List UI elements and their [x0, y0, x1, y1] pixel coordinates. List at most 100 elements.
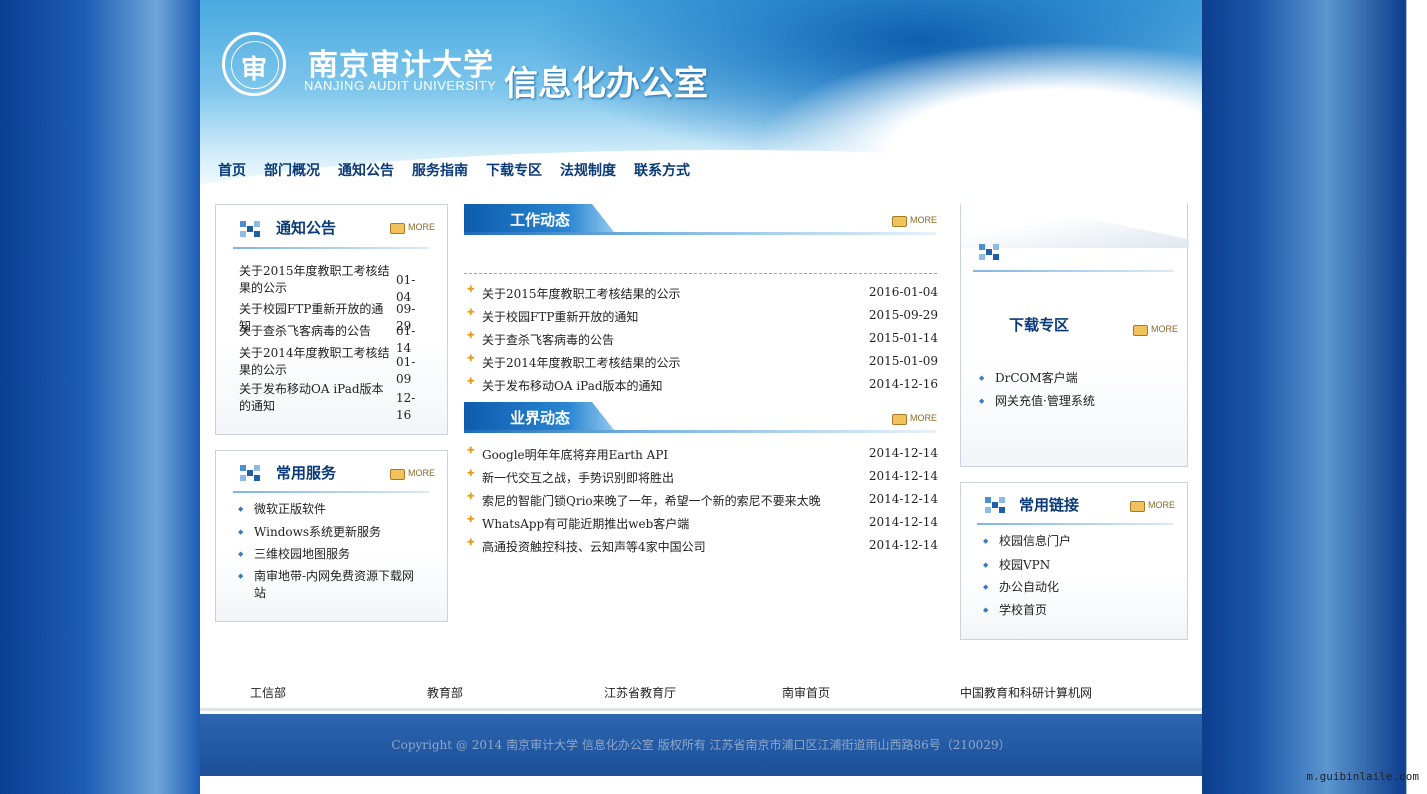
news-date: 2014-12-14	[868, 515, 938, 529]
work-news-header: 工作动态 MORE	[464, 204, 937, 236]
divider	[973, 270, 1173, 272]
list-item[interactable]: 南审地带-内网免费资源下载网站	[238, 568, 416, 602]
news-date: 2015-09-29	[868, 308, 938, 322]
divider	[977, 523, 1173, 525]
squares-icon	[240, 221, 260, 237]
dashed-divider	[464, 273, 937, 274]
news-title[interactable]: 关于校园FTP重新开放的通知	[482, 308, 638, 325]
footer-link[interactable]: 南审首页	[782, 684, 830, 701]
notice-title[interactable]: 关于查杀飞客病毒的公告	[239, 323, 395, 340]
news-date: 2014-12-14	[868, 469, 938, 483]
news-row[interactable]: WhatsApp有可能近期推出web客户端 2014-12-14	[464, 515, 938, 535]
nav-home[interactable]: 首页	[218, 160, 246, 180]
news-title[interactable]: 关于2014年度教职工考核结果的公示	[482, 354, 681, 371]
news-title[interactable]: 关于发布移动OA iPad版本的通知	[482, 377, 663, 394]
work-news-more-link[interactable]: MORE	[892, 215, 937, 227]
footer-links-bar: 工信部 教育部 江苏省教育厅 南审首页 中国教育和科研计算机网	[200, 676, 1202, 711]
list-item[interactable]: 关于2014年度教职工考核结果的公示 01-09	[239, 345, 429, 386]
news-date: 2014-12-14	[868, 446, 938, 460]
list-item[interactable]: DrCOM客户端	[979, 370, 1078, 387]
work-news-title: 工作动态	[510, 211, 571, 229]
nav-downloads[interactable]: 下载专区	[486, 160, 542, 180]
news-date: 2014-12-14	[868, 492, 938, 506]
news-row[interactable]: Google明年年底将弃用Earth API 2014-12-14	[464, 446, 938, 466]
copyright-text: Copyright @ 2014 南京审计大学 信息化办公室 版权所有 江苏省南…	[391, 738, 1011, 752]
university-logo[interactable]	[222, 32, 286, 96]
office-title: 信息化办公室	[504, 64, 708, 104]
news-row[interactable]: 关于校园FTP重新开放的通知 2015-09-29	[464, 308, 938, 328]
list-item[interactable]: 三维校园地图服务	[238, 546, 424, 563]
list-item[interactable]: 学校首页	[983, 602, 1047, 619]
news-row[interactable]: 关于发布移动OA iPad版本的通知 2014-12-16	[464, 377, 938, 397]
news-date: 2015-01-09	[868, 354, 938, 368]
services-more-link[interactable]: MORE	[390, 468, 435, 480]
divider	[464, 232, 936, 235]
squares-icon	[985, 497, 1005, 513]
news-row[interactable]: 关于2015年度教职工考核结果的公示 2016-01-04	[464, 285, 938, 305]
news-row[interactable]: 新一代交互之战，手势识别即将胜出 2014-12-14	[464, 469, 938, 489]
footer: Copyright @ 2014 南京审计大学 信息化办公室 版权所有 江苏省南…	[200, 714, 1202, 776]
news-title[interactable]: 新一代交互之战，手势识别即将胜出	[482, 469, 674, 486]
news-title[interactable]: Google明年年底将弃用Earth API	[482, 446, 668, 463]
list-item[interactable]: Windows系统更新服务	[238, 524, 424, 541]
nav-regulations[interactable]: 法规制度	[560, 160, 616, 180]
news-date: 2016-01-04	[868, 285, 938, 299]
news-title[interactable]: 高通投资触控科技、云知声等4家中国公司	[482, 538, 706, 555]
notice-title[interactable]: 关于发布移动OA iPad版本的通知	[239, 381, 395, 415]
news-title[interactable]: 索尼的智能门锁Qrio来晚了一年，希望一个新的索尼不要来太晚	[482, 492, 821, 509]
news-title[interactable]: 关于2015年度教职工考核结果的公示	[482, 285, 681, 302]
list-item[interactable]: 关于查杀飞客病毒的公告 01-14	[239, 323, 429, 355]
news-row[interactable]: 索尼的智能门锁Qrio来晚了一年，希望一个新的索尼不要来太晚 2014-12-14	[464, 492, 938, 512]
industry-news-header: 业界动态 MORE	[464, 402, 937, 434]
nav-service-guide[interactable]: 服务指南	[412, 160, 468, 180]
divider	[464, 430, 936, 433]
list-item[interactable]: 校园信息门户	[983, 533, 1071, 550]
page: 南京审计大学 NANJING AUDIT UNIVERSITY 信息化办公室 首…	[200, 0, 1202, 794]
news-date: 2014-12-14	[868, 538, 938, 552]
watermark: m.guibinlaile.com	[1306, 770, 1419, 783]
list-item[interactable]: 关于2015年度教职工考核结果的公示 01-04	[239, 263, 429, 304]
footer-link[interactable]: 教育部	[427, 684, 463, 701]
main-nav: 首页 部门概况 通知公告 服务指南 下载专区 法规制度 联系方式	[218, 160, 708, 180]
nav-contact[interactable]: 联系方式	[634, 160, 690, 180]
links-more-link[interactable]: MORE	[1130, 500, 1175, 512]
notices-box: 通知公告 MORE 关于2015年度教职工考核结果的公示 01-04 关于校园F…	[215, 204, 448, 435]
news-row[interactable]: 关于2014年度教职工考核结果的公示 2015-01-09	[464, 354, 938, 374]
footer-link[interactable]: 江苏省教育厅	[604, 684, 676, 701]
list-item[interactable]: 微软正版软件	[238, 501, 424, 518]
nav-notices[interactable]: 通知公告	[338, 160, 394, 180]
header-banner: 南京审计大学 NANJING AUDIT UNIVERSITY 信息化办公室 首…	[200, 0, 1202, 200]
news-date: 2015-01-14	[868, 331, 938, 345]
footer-link[interactable]: 工信部	[250, 684, 286, 701]
news-row[interactable]: 关于查杀飞客病毒的公告 2015-01-14	[464, 331, 938, 351]
list-item[interactable]: 网关充值·管理系统	[979, 393, 1095, 410]
notice-title[interactable]: 关于2014年度教职工考核结果的公示	[239, 345, 395, 379]
links-title: 常用链接	[1019, 496, 1080, 514]
squares-icon	[240, 465, 260, 481]
divider	[233, 491, 429, 493]
notice-date: 12-16	[396, 391, 416, 422]
services-box: 常用服务 MORE 微软正版软件 Windows系统更新服务 三维校园地图服务 …	[215, 450, 448, 622]
list-item[interactable]: 关于校园FTP重新开放的通知 09-29	[239, 301, 429, 333]
list-item[interactable]: 办公自动化	[983, 579, 1059, 596]
news-title[interactable]: WhatsApp有可能近期推出web客户端	[482, 515, 689, 532]
list-item[interactable]: 关于发布移动OA iPad版本的通知 12-16	[239, 381, 429, 422]
industry-news-more-link[interactable]: MORE	[892, 413, 937, 425]
news-date: 2014-12-16	[868, 377, 938, 391]
news-title[interactable]: 关于查杀飞客病毒的公告	[482, 331, 614, 348]
notice-title[interactable]: 关于2015年度教职工考核结果的公示	[239, 263, 395, 297]
footer-link[interactable]: 中国教育和科研计算机网	[960, 684, 1092, 701]
notices-more-link[interactable]: MORE	[390, 222, 435, 234]
nav-department[interactable]: 部门概况	[264, 160, 320, 180]
divider	[233, 247, 429, 249]
downloads-more-link[interactable]: MORE	[1133, 324, 1178, 336]
news-row[interactable]: 高通投资触控科技、云知声等4家中国公司 2014-12-14	[464, 538, 938, 558]
box-top-curve	[961, 204, 1189, 248]
university-name-en: NANJING AUDIT UNIVERSITY	[304, 78, 497, 93]
downloads-box: 下载专区 MORE DrCOM客户端 网关充值·管理系统	[960, 204, 1189, 467]
links-box: 常用链接 MORE 校园信息门户 校园VPN 办公自动化 学校首页	[960, 482, 1188, 640]
list-item[interactable]: 校园VPN	[983, 557, 1050, 574]
industry-news-title: 业界动态	[510, 409, 571, 427]
notices-title: 通知公告	[276, 219, 337, 237]
downloads-title: 下载专区	[1009, 316, 1070, 334]
